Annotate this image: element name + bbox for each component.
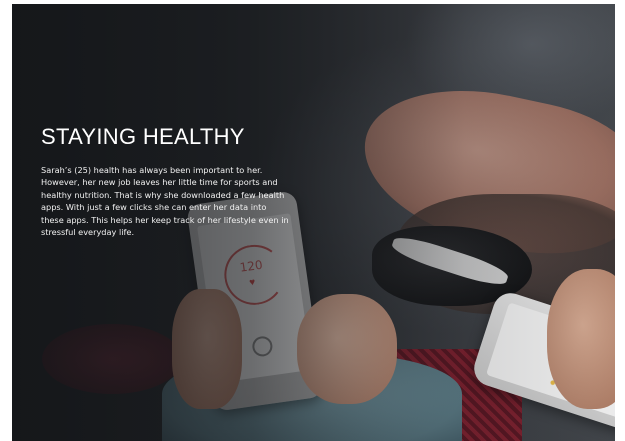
hero-description: Sarah’s (25) health has always been impo…	[41, 165, 289, 238]
hero-banner: 120 ♥ STAYING HEALTHY Sarah’s (25) healt…	[12, 4, 615, 441]
hero-content: STAYING HEALTHY Sarah’s (25) health has …	[41, 124, 291, 238]
hero-title: STAYING HEALTHY	[41, 124, 245, 149]
